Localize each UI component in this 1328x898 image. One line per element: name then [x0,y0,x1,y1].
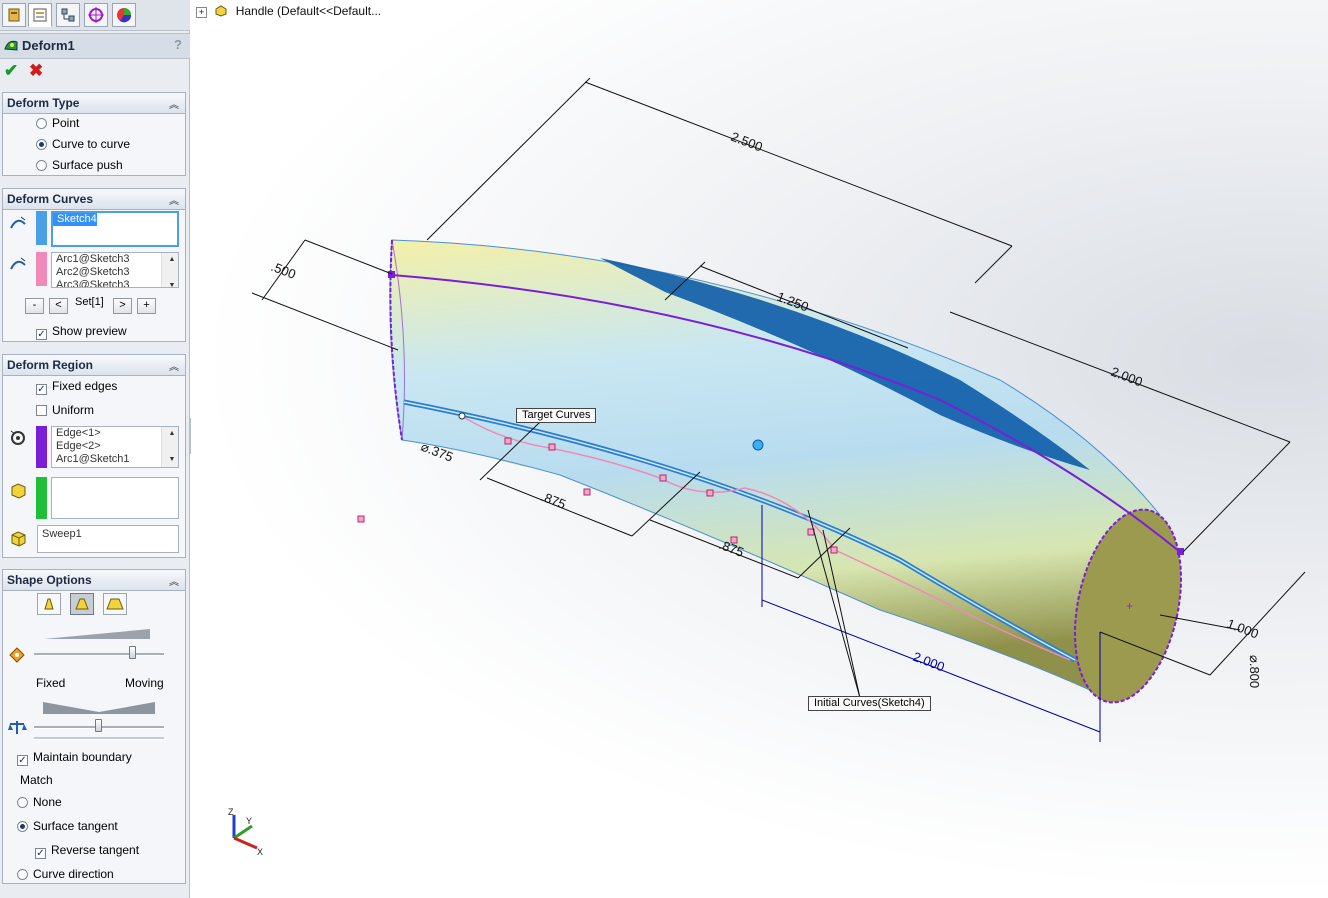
axis-x-label: X [257,847,263,857]
axis-z-label: Z [228,807,234,817]
dim-2000-top[interactable]: 2.000 [1109,364,1145,390]
axis-y-label: Y [246,816,252,826]
edge-handle[interactable] [388,271,395,278]
end-cap-origin: + [1126,599,1133,613]
dim-1000[interactable]: 1.000 [1225,616,1261,642]
model-view: + 2.500 .500 1.250 2.000 ⌀.375 .875 .875… [228,77,1306,857]
target-curve-start[interactable] [458,412,466,420]
dim-2500[interactable]: 2.500 [729,129,765,155]
target-curves-callout[interactable]: Target Curves [516,408,597,423]
view-triad: Z Y X [228,807,263,857]
dim-875-first[interactable]: .875 [539,489,568,512]
dim-800-diameter[interactable]: ⌀.800 [1247,655,1262,688]
initial-curves-callout[interactable]: Initial Curves(Sketch4) [808,696,931,711]
dim-500[interactable]: .500 [269,259,298,282]
manipulator-sphere[interactable] [752,439,764,451]
dim-2000-driven[interactable]: 2.000 [911,649,947,675]
